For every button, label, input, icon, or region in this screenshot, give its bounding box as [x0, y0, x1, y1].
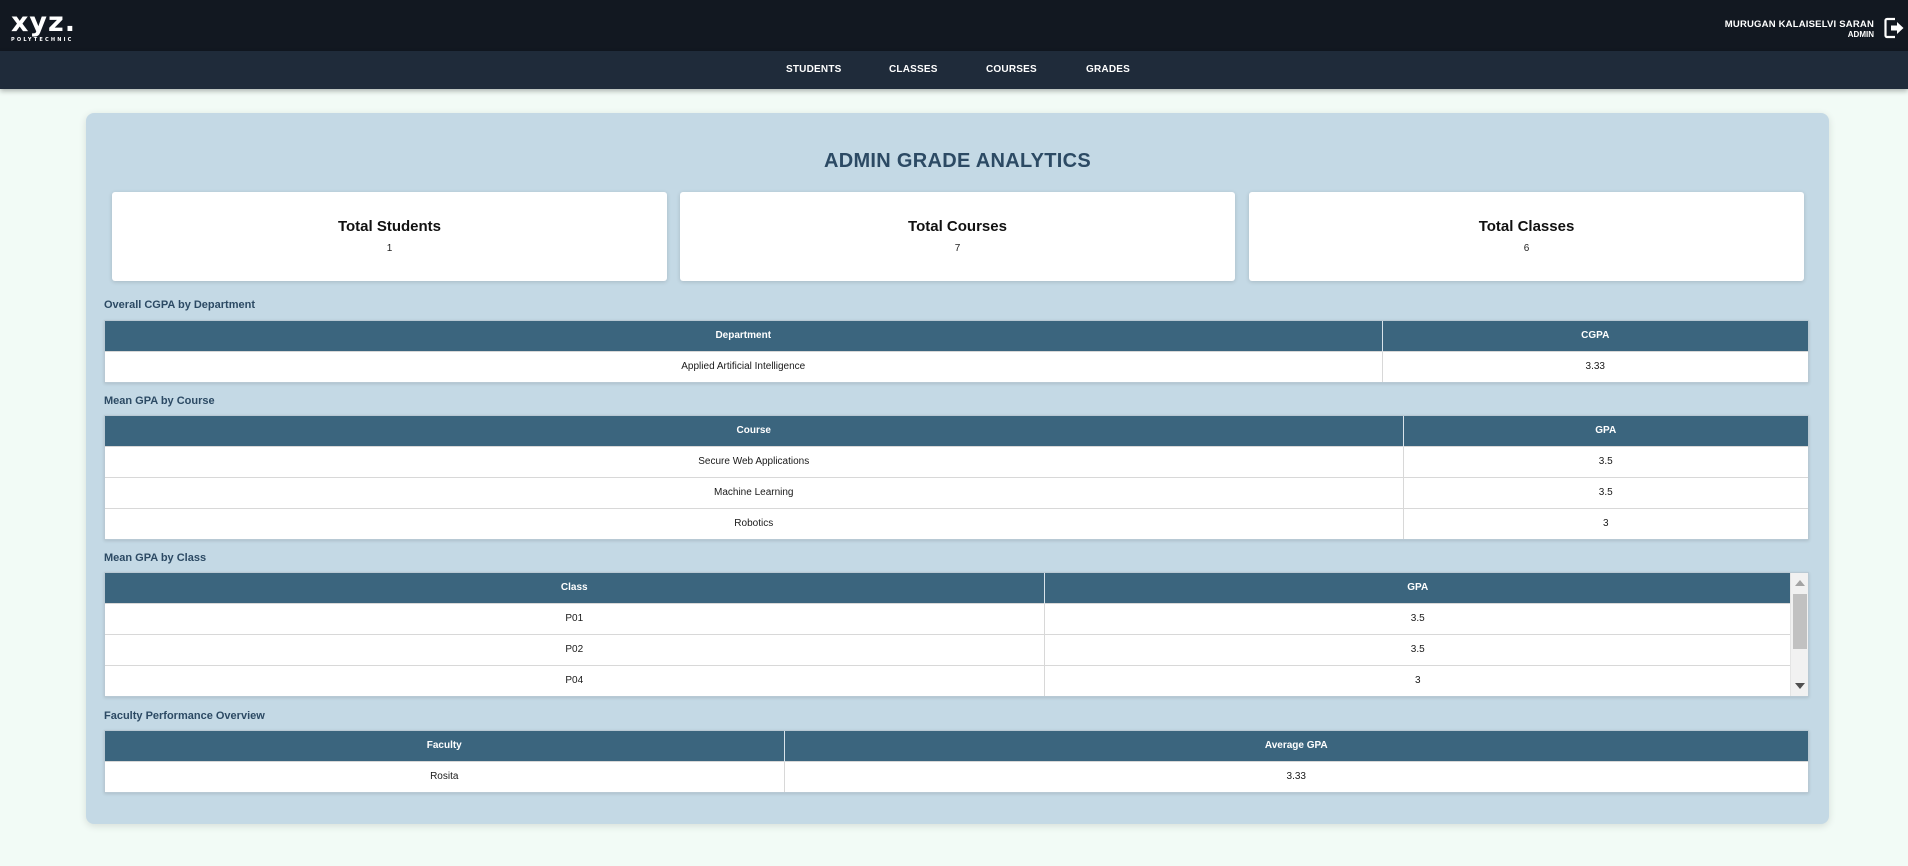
table-cell: P02: [105, 633, 1045, 665]
stat-label: Total Courses: [908, 218, 1007, 235]
table-row: P02 3.5: [105, 633, 1791, 665]
course-table: Course GPA Secure Web Applications 3.5 M…: [104, 415, 1809, 540]
table-cell: Applied Artificial Intelligence: [105, 350, 1383, 382]
stat-card-students: Total Students 1: [112, 192, 667, 281]
analytics-panel: ADMIN GRADE ANALYTICS Total Students 1 T…: [86, 113, 1829, 824]
table-cell: 3.33: [1382, 350, 1808, 382]
table-cell: Secure Web Applications: [105, 445, 1404, 477]
stat-value: 1: [386, 243, 393, 254]
section-title-class: Mean GPA by Class: [104, 552, 207, 564]
nav-classes[interactable]: CLASSES: [889, 64, 938, 75]
table-row: Applied Artificial Intelligence 3.33: [105, 350, 1808, 382]
column-header[interactable]: Department: [105, 321, 1383, 351]
stat-value: 6: [1523, 243, 1530, 254]
table-row: P04 3: [105, 664, 1791, 696]
user-info: MURUGAN KALAISELVI SARAN ADMIN: [1725, 19, 1874, 40]
stat-card-classes: Total Classes 6: [1249, 192, 1804, 281]
table-row: Machine Learning 3.5: [105, 476, 1808, 508]
table-cell: 3: [1044, 664, 1791, 696]
user-role: ADMIN: [1847, 30, 1874, 39]
stat-card-courses: Total Courses 7: [680, 192, 1235, 281]
table-row: Rosita 3.33: [105, 760, 1808, 792]
stat-label: Total Students: [337, 218, 442, 235]
page-title: ADMIN GRADE ANALYTICS: [823, 150, 1092, 172]
nav-grades[interactable]: GRADES: [1086, 64, 1130, 75]
section-title-faculty: Faculty Performance Overview: [104, 710, 265, 722]
table-cell: Machine Learning: [105, 476, 1404, 508]
table-cell: 3.5: [1403, 445, 1808, 477]
section-title-department: Overall CGPA by Department: [104, 299, 255, 311]
table-cell: P04: [105, 664, 1045, 696]
table-cell: 3.5: [1044, 633, 1791, 665]
table-cell: P01: [105, 602, 1045, 634]
column-header[interactable]: Average GPA: [784, 731, 1808, 761]
table-row: Robotics 3: [105, 507, 1808, 539]
main-nav: STUDENTS CLASSES COURSES GRADES: [0, 51, 1908, 89]
table-cell: 3.5: [1403, 476, 1808, 508]
brand-logo[interactable]: xyz. POLYTECHNIC: [11, 7, 76, 43]
table-cell: Robotics: [105, 507, 1404, 539]
column-header[interactable]: CGPA: [1382, 321, 1808, 351]
nav-students[interactable]: STUDENTS: [786, 64, 842, 75]
section-title-course: Mean GPA by Course: [104, 395, 215, 407]
scroll-up-arrow-icon[interactable]: [1795, 580, 1805, 586]
column-header[interactable]: Course: [105, 416, 1404, 446]
scroll-down-arrow-icon[interactable]: [1795, 683, 1805, 689]
table-row: Secure Web Applications 3.5: [105, 445, 1808, 477]
logout-icon[interactable]: [1882, 16, 1906, 40]
scrollbar-thumb[interactable]: [1793, 594, 1807, 649]
table-cell: 3.5: [1044, 602, 1791, 634]
column-header[interactable]: GPA: [1403, 416, 1808, 446]
vertical-scrollbar[interactable]: [1790, 573, 1808, 696]
faculty-table: Faculty Average GPA Rosita 3.33: [104, 730, 1809, 793]
column-header[interactable]: Faculty: [105, 731, 785, 761]
table-cell: 3: [1403, 507, 1808, 539]
department-table: Department CGPA Applied Artificial Intel…: [104, 320, 1809, 383]
table-cell: Rosita: [105, 760, 785, 792]
brand-subtitle: POLYTECHNIC: [11, 37, 74, 43]
class-table[interactable]: Class GPA P01 3.5 P02 3.5 P04 3: [104, 572, 1809, 697]
brand-name: xyz.: [11, 7, 76, 38]
stat-value: 7: [954, 243, 961, 254]
table-cell: 3.33: [784, 760, 1808, 792]
column-header[interactable]: Class: [105, 573, 1045, 603]
table-row: P01 3.5: [105, 602, 1791, 634]
column-header[interactable]: GPA: [1044, 573, 1791, 603]
top-bar: xyz. POLYTECHNIC MURUGAN KALAISELVI SARA…: [0, 0, 1908, 51]
stat-label: Total Classes: [1478, 218, 1575, 235]
user-name: MURUGAN KALAISELVI SARAN: [1724, 19, 1874, 30]
nav-courses[interactable]: COURSES: [986, 64, 1037, 75]
